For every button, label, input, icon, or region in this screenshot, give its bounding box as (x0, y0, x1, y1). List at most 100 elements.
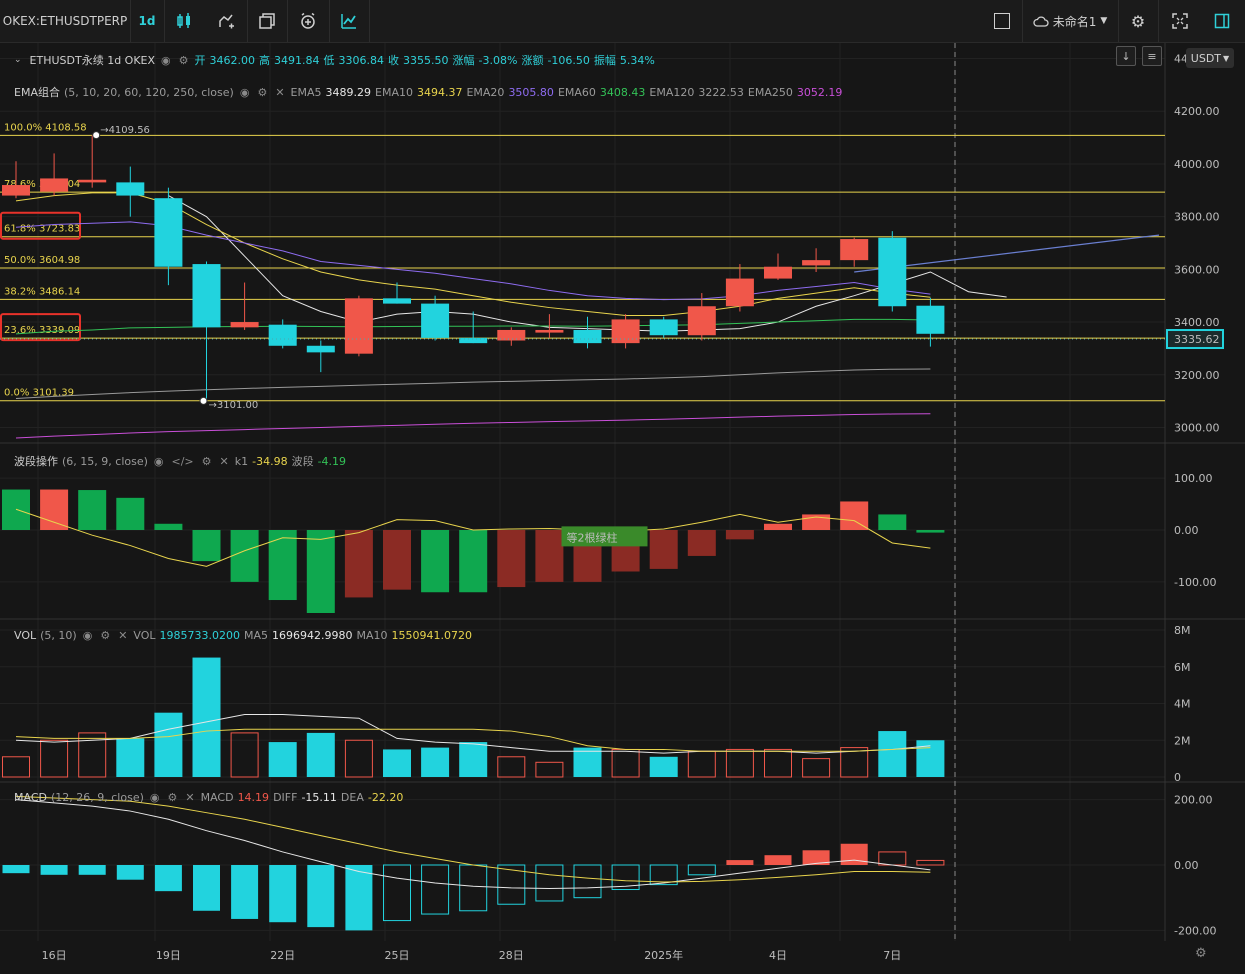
macd-bar (383, 864, 411, 922)
time-axis-background (0, 941, 1245, 974)
low-value: 3306.84 (338, 53, 385, 67)
eye-icon[interactable]: ◉ (81, 629, 95, 642)
ema10-label: EMA10 (375, 85, 413, 99)
price-axis-tick: 4200.00 (1174, 105, 1220, 118)
low-marker-dot (199, 396, 208, 405)
close-icon[interactable]: ✕ (218, 455, 231, 468)
vol-value: 1985733.0200 (159, 629, 241, 642)
candle-body (802, 260, 831, 266)
volume-bar (306, 732, 335, 777)
code-icon[interactable]: </> (170, 455, 196, 468)
collapse-chevron-icon[interactable]: ⌄ (14, 55, 22, 65)
macd-bar (726, 860, 754, 865)
price-axis-tick: 3200.00 (1174, 369, 1220, 382)
osc-bar (535, 530, 564, 582)
gear-icon[interactable]: ⚙ (200, 455, 214, 468)
download-arrow-icon[interactable]: ↓ (1116, 46, 1136, 66)
volume-bar (421, 747, 450, 777)
expand-icon[interactable] (1160, 0, 1200, 42)
osc-name: 波段操作 (14, 455, 58, 468)
macd-value: 14.19 (237, 791, 270, 804)
time-axis: 16日 19日 22日 25日 28日 2025年 4日 7日 (0, 941, 1245, 974)
alert-icon[interactable] (287, 0, 330, 42)
volume-bar (687, 750, 716, 778)
toggle-lines-icon[interactable]: ≡ (1142, 46, 1162, 66)
volume-bar (611, 748, 640, 778)
indicator-icon[interactable] (329, 0, 370, 42)
fullscreen-box-icon[interactable] (982, 0, 1023, 42)
layout-name-button[interactable]: 未命名1 ▼ (1022, 0, 1119, 42)
currency-button[interactable]: USDT ▼ (1186, 48, 1234, 68)
vol-axis-tick: 4M (1174, 698, 1191, 711)
osc-bar (268, 530, 297, 601)
vol-label: VOL (133, 629, 156, 642)
volume-bar (230, 732, 259, 778)
osc-bar (116, 497, 145, 530)
candle-body (687, 306, 716, 336)
high-marker-label: →4109.56 (100, 125, 150, 136)
vol-ma5-label: MA5 (244, 629, 269, 642)
chart-settings-gear-icon[interactable]: ⚙ (1195, 946, 1207, 961)
symbol-search-button[interactable]: OKEX:ETHUSDTPERP (0, 0, 131, 42)
eye-icon[interactable]: ◉ (238, 86, 252, 99)
open-value: 3462.00 (209, 53, 256, 67)
price-axis-tick: 3600.00 (1174, 263, 1220, 276)
eye-icon[interactable]: ◉ (159, 54, 173, 67)
last-price-label: 3335.62 (1174, 333, 1220, 346)
panel-toggle-icon[interactable] (1202, 0, 1242, 42)
vol-params: (5, 10) (40, 629, 77, 642)
volume-bar (535, 761, 564, 778)
macd-dea-line (15, 795, 931, 883)
macd-pane (2, 795, 945, 931)
volume-bar (268, 742, 297, 777)
price-axis-tick: 3000.00 (1174, 421, 1220, 434)
layout-icon[interactable] (247, 0, 288, 42)
gear-icon[interactable]: ⚙ (98, 629, 112, 642)
vol-legend: VOL (5, 10) ◉ ⚙ ✕ VOL 1985733.0200 MA5 1696… (14, 629, 472, 642)
gear-icon[interactable]: ⚙ (255, 86, 269, 99)
volume-bar (573, 747, 602, 777)
candle-body (344, 298, 373, 354)
ema250-value: 3052.19 (796, 85, 843, 99)
volume-bar (344, 739, 373, 778)
close-value: 3355.50 (403, 53, 449, 67)
close-icon[interactable]: ✕ (183, 791, 196, 804)
band-value: -4.19 (317, 454, 347, 468)
candle-body (230, 322, 259, 328)
macd-bar (345, 865, 373, 931)
volume-bar (154, 712, 183, 777)
dea-value: -22.20 (367, 791, 404, 804)
macd-label: MACD (200, 791, 234, 804)
close-icon[interactable]: ✕ (273, 86, 286, 99)
ema20-value: 3505.80 (508, 85, 554, 99)
volume-bar (2, 756, 30, 778)
candle-body (497, 329, 526, 341)
settings-gear-icon[interactable]: ⚙ (1118, 0, 1159, 42)
osc-bar (840, 501, 869, 530)
eye-icon[interactable]: ◉ (148, 791, 162, 804)
interval-button[interactable]: 1d (130, 0, 165, 42)
macd-bar (193, 865, 220, 911)
macd-bar (40, 865, 68, 875)
gear-icon[interactable]: ⚙ (165, 791, 179, 804)
compare-icon[interactable] (205, 0, 248, 42)
gear-icon[interactable]: ⚙ (177, 54, 191, 67)
vol-pane (2, 657, 945, 778)
candle-type-icon[interactable] (166, 0, 202, 42)
osc-bar (230, 530, 259, 582)
osc-axis-tick: -100.00 (1174, 576, 1216, 589)
close-icon[interactable]: ✕ (116, 629, 129, 642)
candle-body (840, 239, 869, 261)
eye-icon[interactable]: ◉ (152, 455, 166, 468)
candle-body (268, 324, 297, 346)
osc-bar (421, 530, 450, 593)
macd-bar (535, 864, 564, 902)
dea-label: DEA (340, 791, 364, 804)
osc-bar (497, 530, 526, 588)
time-axis-label: 25日 (385, 949, 410, 962)
osc-annotation-text: 等2根绿柱 (567, 530, 618, 544)
ema60-value: 3408.43 (599, 85, 646, 99)
chart-area[interactable]: 100.0% 4108.5878.6% 3893.0461.8% 3723.83… (0, 43, 1245, 974)
volume-bar (40, 739, 69, 778)
price-axis-tick: 4000.00 (1174, 158, 1220, 171)
